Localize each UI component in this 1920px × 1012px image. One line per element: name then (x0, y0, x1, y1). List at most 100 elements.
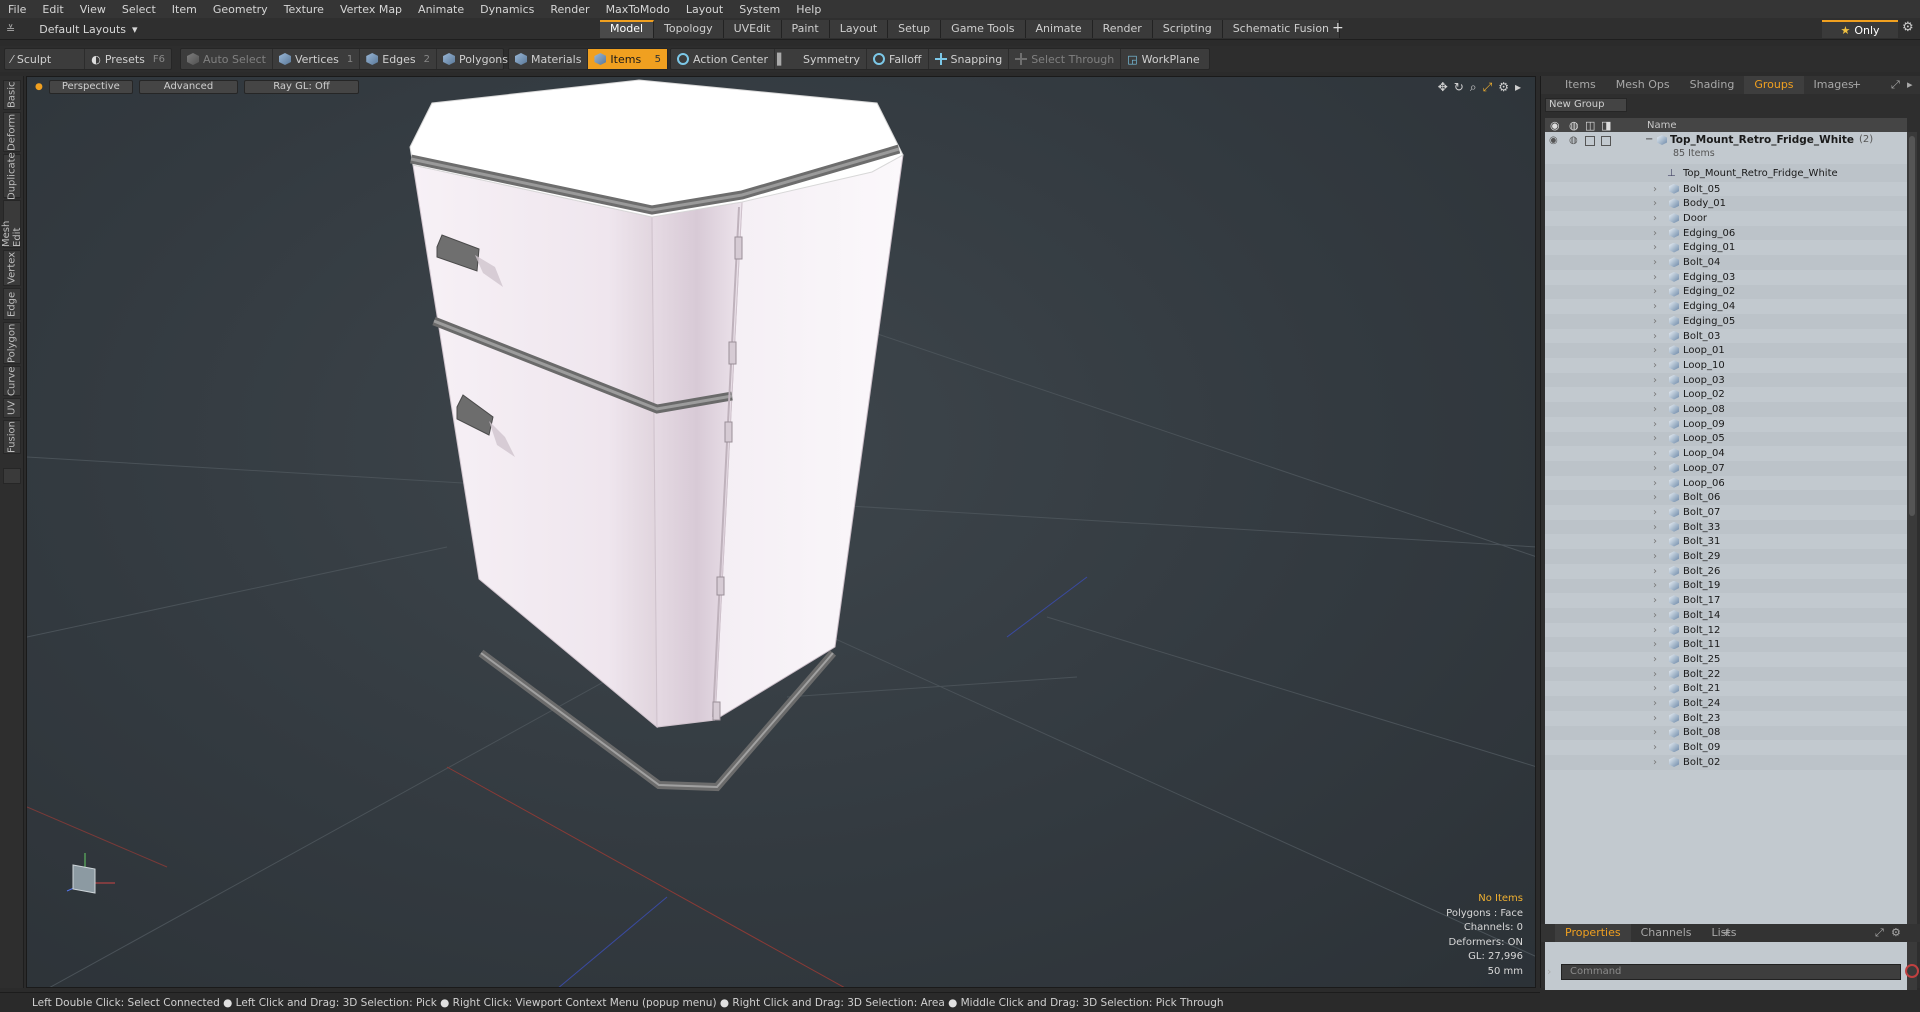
menu-render[interactable]: Render (542, 3, 597, 16)
list-item[interactable]: › Bolt_03 (1545, 329, 1907, 344)
list-item[interactable]: › Edging_05 (1545, 314, 1907, 329)
expand-arrow-icon[interactable]: › (1653, 566, 1657, 577)
list-item[interactable]: › Bolt_12 (1545, 623, 1907, 638)
command-record-icon[interactable] (1905, 964, 1919, 978)
expand-arrow-icon[interactable]: › (1653, 286, 1657, 297)
menu-help[interactable]: Help (788, 3, 829, 16)
root-visibility-icon[interactable]: ◉ (1549, 135, 1558, 146)
list-item[interactable]: › Bolt_08 (1545, 725, 1907, 741)
viewport-dot-icon[interactable]: ● (35, 80, 43, 94)
layout-tab-schematic-fusion[interactable]: Schematic Fusion (1222, 20, 1341, 38)
panel-tab-shading[interactable]: Shading (1680, 76, 1745, 94)
command-input[interactable]: Command (1561, 964, 1901, 980)
rotate-view-icon[interactable]: ↻ (1454, 80, 1464, 95)
visibility-col-icon[interactable]: ◉ (1550, 119, 1560, 132)
list-item[interactable]: › Bolt_33 (1545, 519, 1907, 535)
menu-animate[interactable]: Animate (410, 3, 472, 16)
viewport-expand-icon[interactable]: ▸ (1515, 80, 1521, 95)
expand-arrow-icon[interactable]: › (1653, 404, 1657, 415)
list-item[interactable]: › Bolt_11 (1545, 637, 1907, 653)
expand-arrow-icon[interactable]: › (1653, 683, 1657, 694)
list-item[interactable]: › Bolt_21 (1545, 682, 1907, 697)
left-tab-polygon[interactable]: Polygon (3, 322, 21, 364)
expand-arrow-icon[interactable]: › (1653, 478, 1657, 489)
expand-arrow-icon[interactable]: › (1653, 580, 1657, 591)
expand-arrow-icon[interactable]: › (1653, 536, 1657, 547)
root-select-checkbox[interactable] (1601, 136, 1611, 146)
add-properties-tab-icon[interactable]: + (1722, 926, 1731, 939)
list-item[interactable]: › Loop_02 (1545, 388, 1907, 403)
left-tab-basic[interactable]: Basic (3, 80, 21, 110)
layout-tab-animate[interactable]: Animate (1025, 20, 1093, 38)
expand-arrow-icon[interactable]: › (1653, 654, 1657, 665)
expand-arrow-icon[interactable]: › (1653, 316, 1657, 327)
fridge-model[interactable] (409, 79, 904, 792)
expand-arrow-icon[interactable]: › (1653, 433, 1657, 444)
layout-tab-paint[interactable]: Paint (781, 20, 830, 38)
left-tab-edge[interactable]: Edge (3, 288, 21, 320)
panel-tab-mesh-ops[interactable]: Mesh Ops (1606, 76, 1680, 94)
expand-arrow-icon[interactable]: › (1653, 522, 1657, 533)
list-item[interactable]: › Loop_01 (1545, 343, 1907, 359)
list-item[interactable]: › Loop_09 (1545, 417, 1907, 432)
symmetry-button[interactable]: ▌ Symmetry (775, 49, 868, 69)
menu-edit[interactable]: Edit (34, 3, 71, 16)
list-item[interactable]: › Loop_10 (1545, 358, 1907, 373)
list-item[interactable]: › Bolt_31 (1545, 535, 1907, 550)
list-item[interactable]: › Loop_06 (1545, 476, 1907, 491)
add-layout-tab-icon[interactable]: + (1332, 20, 1344, 36)
list-item[interactable]: › Bolt_26 (1545, 564, 1907, 579)
list-item[interactable]: › Bolt_09 (1545, 740, 1907, 755)
menu-select[interactable]: Select (114, 3, 164, 16)
expand-arrow-icon[interactable]: › (1653, 184, 1657, 195)
left-tab-toggle[interactable] (3, 468, 21, 484)
layout-tab-scripting[interactable]: Scripting (1152, 20, 1223, 38)
properties-tab-properties[interactable]: Properties (1555, 924, 1631, 942)
gear-icon[interactable]: ⚙ (1902, 20, 1914, 35)
render-col-icon[interactable]: ◍ (1569, 119, 1579, 132)
expand-arrow-icon[interactable]: › (1653, 610, 1657, 621)
list-item[interactable]: › Loop_08 (1545, 402, 1907, 417)
menu-dynamics[interactable]: Dynamics (472, 3, 542, 16)
perspective-dropdown[interactable]: Perspective (48, 80, 133, 94)
list-item[interactable]: › Door (1545, 211, 1907, 226)
list-item[interactable]: › Edging_02 (1545, 284, 1907, 300)
left-tab-fusion[interactable]: Fusion (3, 420, 21, 454)
select-col-icon[interactable]: ◨ (1601, 119, 1611, 132)
expand-arrow-icon[interactable]: › (1653, 257, 1657, 268)
expand-arrow-icon[interactable]: › (1653, 331, 1657, 342)
panel-menu-icon[interactable]: ▸ (1907, 78, 1913, 91)
expand-arrow-icon[interactable]: › (1653, 301, 1657, 312)
presets-button[interactable]: ◐ Presets F6 (85, 49, 171, 69)
materials-button[interactable]: Materials (509, 49, 589, 69)
panel-expand-icon[interactable]: ⤢ (1891, 78, 1900, 92)
left-tab-vertex[interactable]: Vertex (3, 250, 21, 286)
falloff-button[interactable]: Falloff (867, 49, 929, 69)
layout-tab-model[interactable]: Model (600, 20, 655, 38)
move-view-icon[interactable]: ✥ (1438, 80, 1448, 95)
list-item[interactable]: › Bolt_29 (1545, 549, 1907, 564)
list-item[interactable]: › Edging_06 (1545, 225, 1907, 241)
list-item[interactable]: › Bolt_06 (1545, 490, 1907, 506)
expand-arrow-icon[interactable]: › (1653, 625, 1657, 636)
list-item[interactable]: › Body_01 (1545, 196, 1907, 212)
root-render-icon[interactable]: ◍ (1569, 135, 1578, 146)
add-panel-tab-icon[interactable]: + (1852, 78, 1861, 91)
menu-geometry[interactable]: Geometry (205, 3, 276, 16)
panel-tab-items[interactable]: Items (1555, 76, 1606, 94)
expand-arrow-icon[interactable]: › (1653, 669, 1657, 680)
layout-selector[interactable]: ≚ Default Layouts ▾ (6, 21, 138, 37)
polygons-button[interactable]: Polygons (437, 49, 514, 69)
list-item[interactable]: › Bolt_14 (1545, 608, 1907, 623)
expand-arrow-icon[interactable]: › (1653, 448, 1657, 459)
menu-vertex-map[interactable]: Vertex Map (332, 3, 410, 16)
expand-arrow-icon[interactable]: › (1653, 213, 1657, 224)
expand-arrow-icon[interactable]: › (1653, 742, 1657, 753)
expand-arrow-icon[interactable]: › (1653, 389, 1657, 400)
expand-arrow-icon[interactable]: › (1653, 463, 1657, 474)
left-tab-mesh-edit[interactable]: Mesh Edit (1, 200, 23, 248)
name-column-header[interactable]: Name (1647, 120, 1677, 131)
snapping-button[interactable]: Snapping (929, 49, 1010, 69)
expand-arrow-icon[interactable]: › (1653, 713, 1657, 724)
sculpt-button[interactable]: ⁄ Sculpt (5, 49, 86, 69)
